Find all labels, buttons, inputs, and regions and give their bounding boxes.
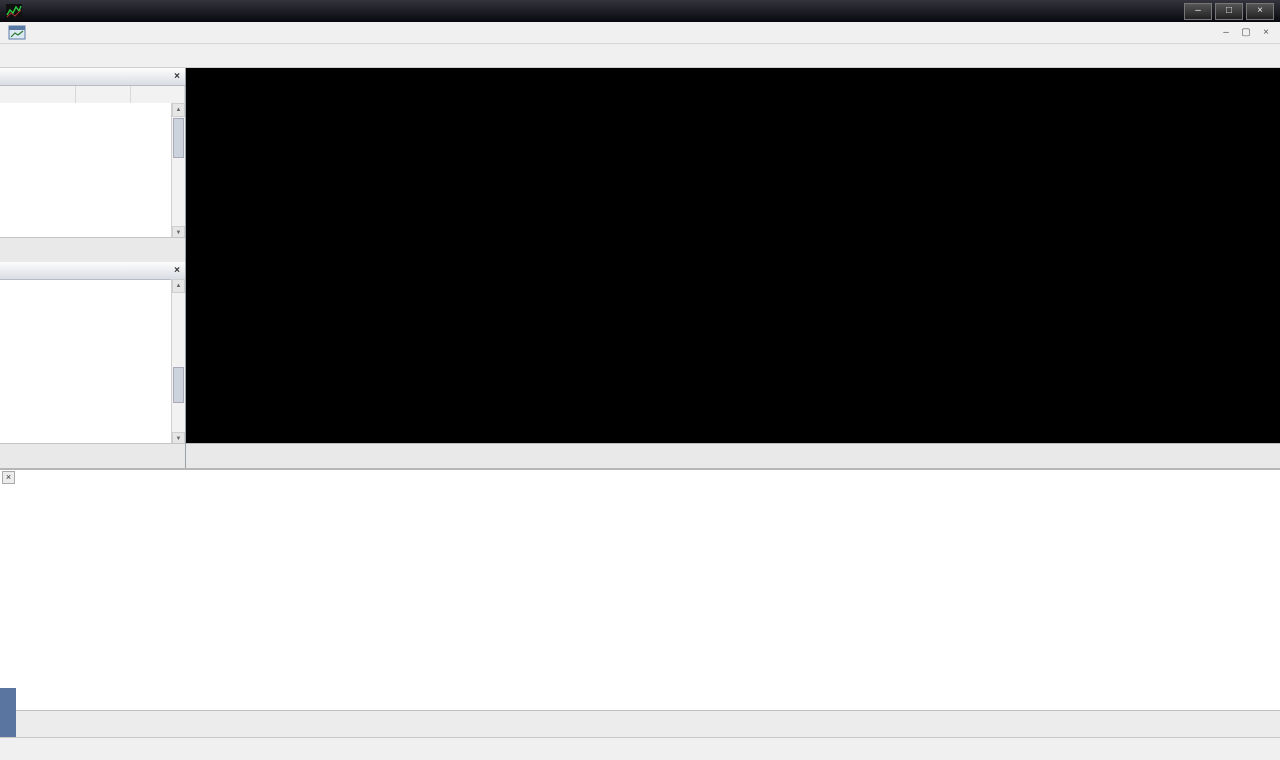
mdi-window-controls: – ▢ × <box>1216 27 1276 38</box>
mdi-minimize-icon[interactable]: – <box>1216 27 1236 38</box>
strategy-tester-panel <box>0 468 1280 737</box>
minimize-button[interactable]: – <box>1184 2 1212 20</box>
navigator-close-icon[interactable]: × <box>174 265 180 276</box>
scroll-up-icon[interactable]: ▲ <box>172 103 185 117</box>
menu-bar: – ▢ × <box>0 22 1280 44</box>
column-ask[interactable] <box>131 86 185 104</box>
navigator-header: × <box>0 262 185 280</box>
market-watch-close-icon[interactable]: × <box>174 71 180 82</box>
status-bar <box>0 737 1280 760</box>
column-bid[interactable] <box>76 86 132 104</box>
market-watch-rows <box>0 103 173 238</box>
close-button[interactable]: × <box>1246 2 1274 20</box>
maximize-button[interactable]: □ <box>1215 2 1243 20</box>
market-watch-header: × <box>0 68 185 86</box>
column-symbol[interactable] <box>0 86 76 104</box>
navigator-scrollbar[interactable]: ▲ ▼ <box>171 279 185 444</box>
tester-close-icon[interactable]: × <box>2 471 15 484</box>
toolbar <box>0 44 1280 68</box>
navigator-tree <box>0 279 173 444</box>
market-watch-panel: × ▲ ▼ <box>0 68 186 262</box>
chart-window-tabs <box>186 443 1280 463</box>
title-bar: – □ × <box>0 0 1280 22</box>
mdi-close-icon[interactable]: × <box>1256 27 1276 38</box>
chart-window-icon <box>8 25 26 40</box>
navigator-tabs <box>0 443 185 468</box>
mdi-restore-icon[interactable]: ▢ <box>1236 27 1256 38</box>
tester-result-chart[interactable] <box>16 470 1280 712</box>
market-watch-scrollbar[interactable]: ▲ ▼ <box>171 103 185 238</box>
navigator-panel: × ▲ ▼ <box>0 262 186 468</box>
app-logo-icon <box>6 4 22 18</box>
tester-vertical-tab[interactable] <box>0 688 16 737</box>
scrollbar-thumb[interactable] <box>173 367 184 403</box>
scroll-up-icon[interactable]: ▲ <box>172 279 185 293</box>
scrollbar-thumb[interactable] <box>173 118 184 158</box>
market-watch-tabs <box>0 237 185 262</box>
main-chart[interactable] <box>186 68 1280 443</box>
tester-tabs <box>16 710 1280 737</box>
